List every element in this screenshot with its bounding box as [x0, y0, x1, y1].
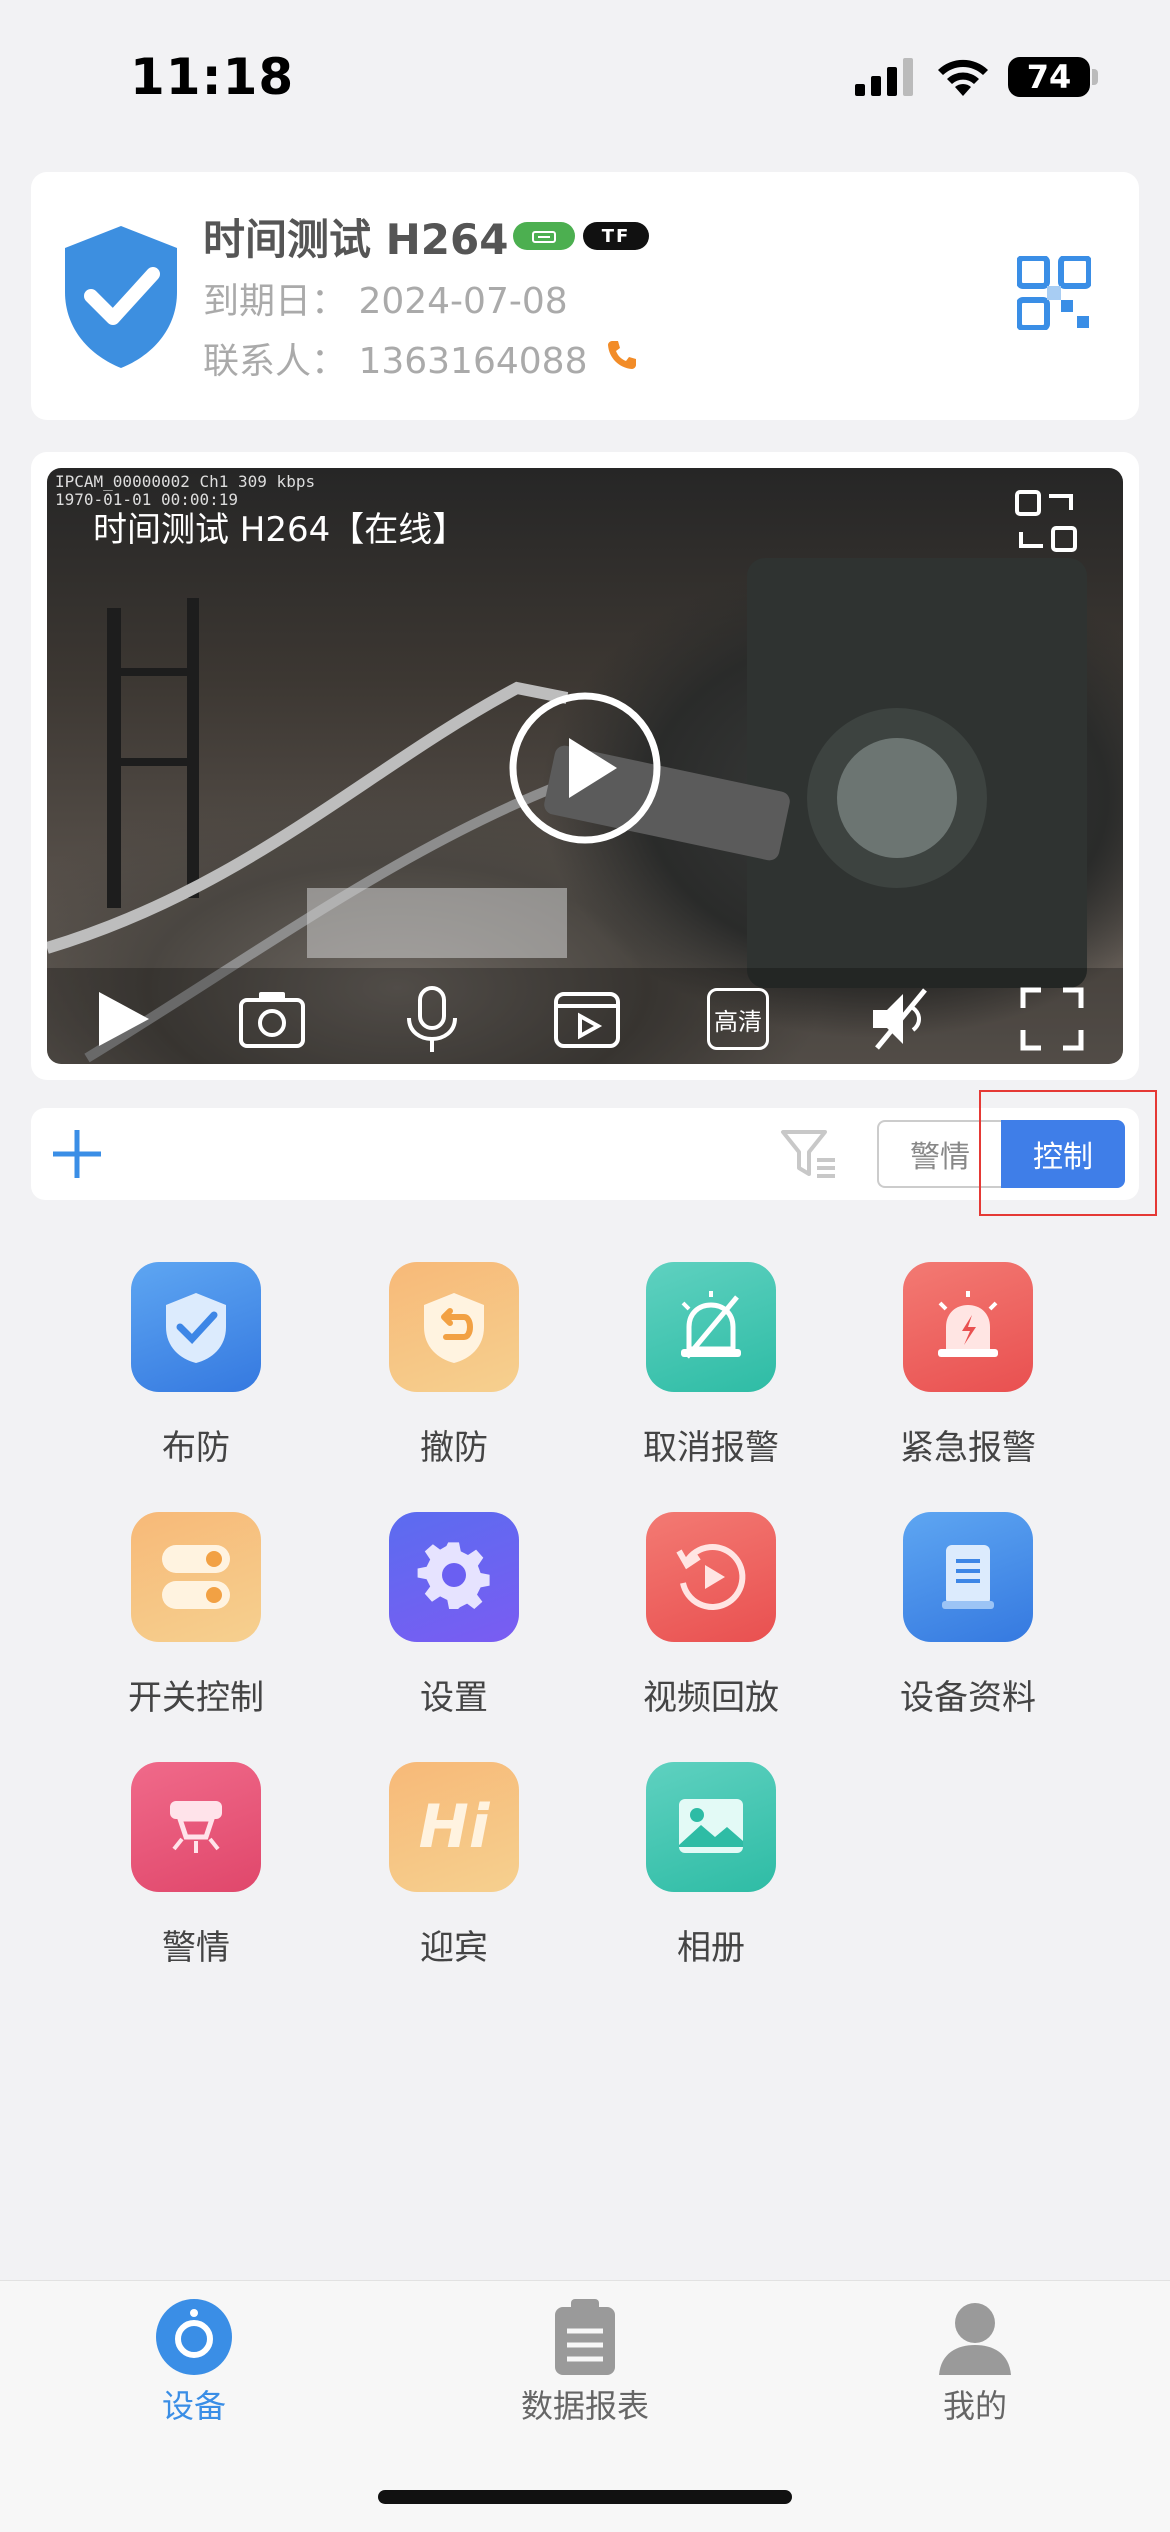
grid-label: 取消报警 [643, 1428, 779, 1468]
add-icon[interactable] [51, 1128, 103, 1180]
gear-icon [389, 1512, 519, 1642]
shield-check-icon [65, 226, 177, 368]
tab-label: 我的 [942, 2387, 1007, 2425]
grid-item-welcome[interactable]: Hi 迎宾 [344, 1762, 564, 1972]
hi-icon: Hi [389, 1762, 519, 1892]
grid-item-video-playback[interactable]: 视频回放 [601, 1512, 821, 1722]
switch-camera-icon[interactable] [1013, 488, 1079, 554]
user-icon [939, 2303, 1011, 2375]
grid-item-switch-control[interactable]: 开关控制 [86, 1512, 306, 1722]
filter-icon[interactable] [779, 1126, 839, 1182]
grid-item-cancel-alarm[interactable]: 取消报警 [601, 1262, 821, 1472]
tab-label: 数据报表 [520, 2387, 649, 2425]
grid-item-arm[interactable]: 布防 [86, 1262, 306, 1472]
play-icon[interactable] [87, 984, 157, 1054]
grid-label: 撤防 [420, 1428, 488, 1468]
status-time: 11:18 [130, 48, 295, 106]
highlight-annotation [979, 1090, 1157, 1216]
grid-label: 开关控制 [128, 1678, 264, 1718]
record-video-icon[interactable] [552, 984, 622, 1054]
tab-device[interactable]: 设备 [64, 2281, 324, 2441]
alert-sensor-icon [131, 1762, 261, 1892]
alarm-off-icon [646, 1262, 776, 1392]
expiry-date: 到期日： 2024-07-08 [203, 281, 568, 322]
clipboard-report-icon [555, 2299, 615, 2375]
qr-code-icon[interactable] [1017, 256, 1091, 330]
grid-label: 设备资料 [900, 1678, 1036, 1718]
fullscreen-icon[interactable] [1017, 984, 1087, 1054]
grid-label: 相册 [677, 1928, 745, 1968]
play-button-icon[interactable] [507, 690, 663, 846]
grid-item-settings[interactable]: 设置 [344, 1512, 564, 1722]
grid-label: 布防 [162, 1428, 230, 1468]
home-indicator [378, 2490, 792, 2504]
snapshot-camera-icon[interactable] [237, 984, 307, 1054]
video-card: IPCAM_00000002 Ch1 309 kbps 1970-01-01 0… [31, 452, 1139, 1080]
grid-label: 紧急报警 [900, 1428, 1036, 1468]
grid-item-disarm[interactable]: 撤防 [344, 1262, 564, 1472]
grid-item-device-info[interactable]: 设备资料 [858, 1512, 1078, 1722]
grid-label: 视频回放 [643, 1678, 779, 1718]
video-title: 时间测试 H264【在线】 [93, 510, 467, 550]
tab-label: 设备 [161, 2387, 226, 2425]
status-bar: 11:18 74 [0, 0, 1170, 150]
hd-quality-toggle[interactable]: 高清 [707, 988, 769, 1050]
network-badge [513, 222, 575, 250]
grid-label: 警情 [162, 1928, 230, 1968]
grid-label: 迎宾 [420, 1928, 488, 1968]
cellular-signal-icon [855, 58, 913, 96]
tab-data-report[interactable]: 数据报表 [455, 2281, 715, 2441]
replay-icon [646, 1512, 776, 1642]
battery-tip [1092, 69, 1098, 85]
tab-mine[interactable]: 我的 [845, 2281, 1105, 2441]
mute-speaker-icon[interactable] [867, 984, 937, 1054]
emergency-alarm-icon [903, 1262, 1033, 1392]
image-icon [646, 1762, 776, 1892]
contact-phone: 联系人： 1363164088 [203, 341, 588, 382]
device-card[interactable]: 时间测试 H264 TF 到期日： 2024-07-08 联系人： 136316… [31, 172, 1139, 420]
document-icon [903, 1512, 1033, 1642]
grid-item-album[interactable]: 相册 [601, 1762, 821, 1972]
shield-undo-icon [389, 1262, 519, 1392]
device-camera-icon [156, 2299, 232, 2375]
grid-item-alarm[interactable]: 警情 [86, 1762, 306, 1972]
microphone-icon[interactable] [397, 984, 467, 1054]
grid-item-emergency-alarm[interactable]: 紧急报警 [858, 1262, 1078, 1472]
battery-indicator: 74 [1008, 57, 1090, 97]
wifi-icon [938, 59, 988, 96]
phone-icon[interactable] [605, 338, 639, 372]
grid-label: 设置 [420, 1678, 488, 1718]
live-video[interactable]: IPCAM_00000002 Ch1 309 kbps 1970-01-01 0… [47, 468, 1123, 1064]
action-toolbar: 警情 控制 [31, 1108, 1139, 1200]
router-icon [532, 231, 556, 243]
shield-check-icon [131, 1262, 261, 1392]
video-osd-info: IPCAM_00000002 Ch1 309 kbps [55, 472, 316, 491]
tf-card-badge: TF [583, 222, 649, 250]
switch-control-icon [131, 1512, 261, 1642]
device-name: 时间测试 H264 [203, 215, 509, 264]
